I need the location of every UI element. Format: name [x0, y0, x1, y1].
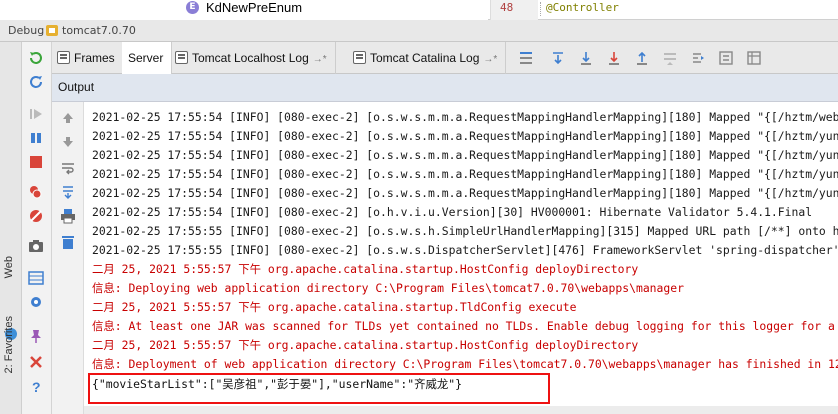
output-title: Output	[58, 80, 95, 94]
tab-frames-label: Frames	[74, 51, 115, 65]
gear-icon[interactable]	[28, 294, 44, 310]
console-line: 2021-02-25 17:55:54 [INFO] [080-exec-2] …	[92, 129, 838, 143]
tab-server-label: Server	[128, 51, 164, 65]
pause-icon[interactable]	[28, 130, 44, 146]
step-into-icon[interactable]	[578, 50, 594, 66]
tab-frames[interactable]: Frames	[52, 42, 124, 74]
soft-wrap-icon[interactable]	[60, 160, 76, 176]
help-icon[interactable]: ?	[28, 378, 44, 394]
debug-title-bar: Debug tomcat7.0.70	[0, 20, 838, 42]
console-line: 信息: At least one JAR was scanned for TLD…	[92, 319, 835, 333]
stop-icon[interactable]	[28, 154, 44, 170]
scroll-up-icon[interactable]	[60, 110, 76, 126]
editor-gutter	[490, 0, 538, 20]
resume-icon[interactable]	[28, 106, 44, 122]
run-configuration-name: tomcat7.0.70	[62, 24, 136, 37]
console-line: 信息: Deployment of web application direct…	[92, 357, 838, 371]
get-thread-dump-icon[interactable]	[28, 238, 44, 254]
horizontal-scrollbar[interactable]	[84, 406, 838, 414]
drop-frame-icon[interactable]	[662, 50, 678, 66]
log-icon	[175, 51, 188, 64]
tab-tomcat-localhost-log[interactable]: Tomcat Localhost Log →*	[170, 42, 336, 74]
close-icon[interactable]	[28, 354, 44, 370]
step-out-icon[interactable]	[634, 50, 650, 66]
step-over-icon[interactable]	[550, 50, 566, 66]
console-toolbar	[52, 102, 84, 414]
pin-icon[interactable]	[28, 328, 44, 344]
console-line: 2021-02-25 17:55:54 [INFO] [080-exec-2] …	[92, 167, 838, 181]
editor-strip: E KdNewPreEnum 48 @Controller	[0, 0, 838, 20]
debug-label: Debug	[8, 24, 45, 37]
console-line: 2021-02-25 17:55:54 [INFO] [080-exec-2] …	[92, 205, 813, 219]
web-tool-window[interactable]: Web	[3, 256, 15, 278]
rerun-icon[interactable]	[28, 50, 44, 66]
mute-breakpoints-icon[interactable]	[28, 208, 44, 224]
console-line: 2021-02-25 17:55:54 [INFO] [080-exec-2] …	[92, 186, 838, 200]
print-icon[interactable]	[60, 208, 76, 224]
tab-server[interactable]: Server	[122, 42, 173, 74]
log-icon	[353, 51, 366, 64]
debug-actions-toolbar: ?	[22, 42, 52, 414]
line-number: 48	[500, 1, 514, 14]
enum-class-name[interactable]: KdNewPreEnum	[206, 0, 302, 16]
scroll-down-icon[interactable]	[60, 134, 76, 150]
console-line: 二月 25, 2021 5:55:57 下午 org.apache.catali…	[92, 338, 639, 352]
output-header: Output	[52, 74, 838, 102]
console-line: 2021-02-25 17:55:54 [INFO] [080-exec-2] …	[92, 148, 838, 162]
debug-tabs: Frames Server Tomcat Localhost Log →* Tom…	[52, 42, 838, 74]
console-line: 2021-02-25 17:55:55 [INFO] [080-exec-2] …	[92, 243, 838, 257]
tomcat-icon	[46, 25, 58, 36]
view-breakpoints-icon[interactable]	[28, 184, 44, 200]
restore-icon[interactable]	[28, 74, 44, 90]
console-line: 2021-02-25 17:55:54 [INFO] [080-exec-2] …	[92, 110, 838, 124]
tab-tomcat-catalina-log[interactable]: Tomcat Catalina Log →*	[348, 42, 507, 74]
run-to-cursor-icon[interactable]	[690, 50, 706, 66]
table-view-icon[interactable]	[746, 50, 762, 66]
scroll-to-end-icon[interactable]	[60, 184, 76, 200]
structure-panel: E KdNewPreEnum	[0, 0, 488, 20]
code-annotation: @Controller	[546, 1, 619, 14]
svg-text:?: ?	[32, 379, 41, 394]
left-tool-stripe: Web 2: Favorites	[0, 42, 22, 414]
evaluate-expression-icon[interactable]	[718, 50, 734, 66]
frames-icon	[57, 51, 70, 64]
clear-all-icon[interactable]	[60, 234, 76, 250]
tab-localhost-log-label: Tomcat Localhost Log	[192, 51, 309, 65]
force-step-into-icon[interactable]	[606, 50, 622, 66]
favorites-tool-window[interactable]: 2: Favorites	[3, 316, 15, 373]
tab-catalina-log-label: Tomcat Catalina Log	[370, 51, 480, 65]
console-output[interactable]: 2021-02-25 17:55:54 [INFO] [080-exec-2] …	[84, 102, 838, 414]
console-line: 2021-02-25 17:55:55 [INFO] [080-exec-2] …	[92, 224, 838, 238]
console-line: 信息: Deploying web application directory …	[92, 281, 684, 295]
console-line: 二月 25, 2021 5:55:57 下午 org.apache.catali…	[92, 262, 639, 276]
json-output-line: {"movieStarList":["吴彦祖","彭于晏"],"userName…	[92, 377, 462, 391]
tab-pin-icon: →*	[312, 54, 327, 65]
enum-icon: E	[186, 1, 199, 14]
settings-layout-icon[interactable]	[28, 270, 44, 286]
show-execution-point-icon[interactable]	[518, 50, 534, 66]
tab-pin-icon: →*	[483, 54, 498, 65]
console-line: 二月 25, 2021 5:55:57 下午 org.apache.catali…	[92, 300, 577, 314]
